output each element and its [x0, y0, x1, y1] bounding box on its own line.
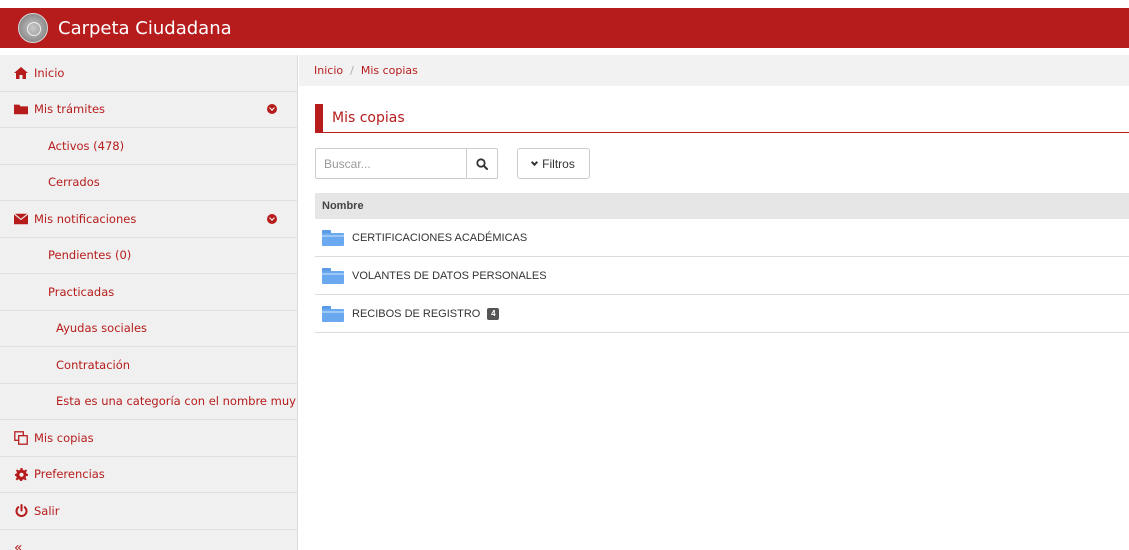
folder-name: VOLANTES DE DATOS PERSONALES: [352, 269, 547, 282]
sidebar-item-mis-tramites[interactable]: Mis trámites: [0, 92, 297, 128]
sidebar-item-label: Esta es una categoría con el nombre muy …: [56, 394, 297, 409]
file-table: Nombre CERTIFICACIONES ACADÉMICAS VOLANT…: [315, 193, 1129, 333]
sidebar-item-label: Mis trámites: [34, 102, 106, 117]
sidebar-item-activos[interactable]: Activos (478): [0, 128, 297, 165]
sidebar-item-ayudas-sociales[interactable]: Ayudas sociales: [0, 311, 297, 347]
sidebar-item-mis-copias[interactable]: Mis copias: [0, 420, 297, 457]
sidebar-item-preferencias[interactable]: Preferencias: [0, 457, 297, 493]
breadcrumb: Inicio / Mis copias: [299, 55, 1129, 86]
search-input[interactable]: [316, 149, 466, 178]
app-title[interactable]: Carpeta Ciudadana: [58, 18, 232, 39]
table-row[interactable]: CERTIFICACIONES ACADÉMICAS: [315, 219, 1129, 257]
sidebar-item-label: Cerrados: [48, 175, 100, 190]
breadcrumb-home-link[interactable]: Inicio: [314, 64, 343, 77]
sidebar-item-label: Contratación: [56, 357, 131, 372]
search-icon: [476, 157, 488, 170]
envelope-icon: [14, 212, 28, 226]
gear-icon: [14, 467, 28, 481]
table-header: Nombre: [315, 193, 1129, 219]
sidebar-item-label: Mis copias: [34, 430, 94, 445]
sidebar-item-inicio[interactable]: Inicio: [0, 55, 297, 92]
chevron-down-icon[interactable]: [267, 104, 277, 115]
column-header-nombre[interactable]: Nombre: [322, 200, 364, 212]
copy-icon: [14, 430, 28, 445]
search-button[interactable]: [466, 149, 497, 178]
sidebar-nav: Inicio Mis trámites Activos (478) Cerrad…: [0, 55, 298, 550]
sidebar-item-label: Ayudas sociales: [56, 321, 148, 336]
count-badge: 4: [487, 307, 500, 320]
breadcrumb-current: Mis copias: [360, 64, 418, 77]
home-icon: [14, 66, 28, 80]
folder-icon: [322, 305, 344, 322]
folder-name: CERTIFICACIONES ACADÉMICAS: [352, 231, 528, 244]
table-row[interactable]: RECIBOS DE REGISTRO 4: [315, 295, 1129, 333]
sidebar-item-mis-notificaciones[interactable]: Mis notificaciones: [0, 201, 297, 238]
filters-button[interactable]: Filtros: [517, 148, 590, 179]
chevron-down-icon: [531, 158, 539, 166]
page-title: Mis copias: [332, 110, 405, 126]
heading-accent-bar: [315, 103, 323, 133]
chevron-down-icon[interactable]: [267, 213, 277, 224]
collapse-icon: «: [14, 539, 23, 550]
sidebar-item-cerrados[interactable]: Cerrados: [0, 165, 297, 201]
sidebar-item-label: Pendientes (0): [48, 248, 132, 263]
sidebar-item-label: Activos (478): [48, 138, 125, 153]
sidebar-item-label: Practicadas: [48, 284, 115, 299]
folder-name: RECIBOS DE REGISTRO: [352, 307, 481, 320]
table-row[interactable]: VOLANTES DE DATOS PERSONALES: [315, 257, 1129, 295]
sidebar-item-practicadas[interactable]: Practicadas: [0, 274, 297, 311]
breadcrumb-separator: /: [350, 64, 354, 77]
sidebar-item-label: Salir: [34, 503, 60, 518]
page-heading: Mis copias: [315, 103, 1129, 133]
sidebar-item-salir[interactable]: Salir: [0, 493, 297, 530]
sidebar-collapse-button[interactable]: «: [0, 530, 297, 550]
sidebar-item-label: Mis notificaciones: [34, 211, 137, 226]
sidebar-item-label: Inicio: [34, 65, 65, 80]
folder-icon: [322, 229, 344, 246]
filters-label: Filtros: [542, 156, 575, 171]
sidebar-item-contratacion[interactable]: Contratación: [0, 347, 297, 384]
logo-icon[interactable]: [18, 13, 48, 43]
folder-icon: [322, 267, 344, 284]
power-icon: [14, 503, 28, 518]
search-box: [315, 148, 498, 179]
app-header: Carpeta Ciudadana: [0, 8, 1129, 48]
sidebar-item-label: Preferencias: [34, 467, 105, 482]
sidebar-item-long-category[interactable]: Esta es una categoría con el nombre muy …: [0, 384, 297, 420]
folder-icon: [14, 102, 28, 116]
sidebar-item-pendientes[interactable]: Pendientes (0): [0, 238, 297, 274]
